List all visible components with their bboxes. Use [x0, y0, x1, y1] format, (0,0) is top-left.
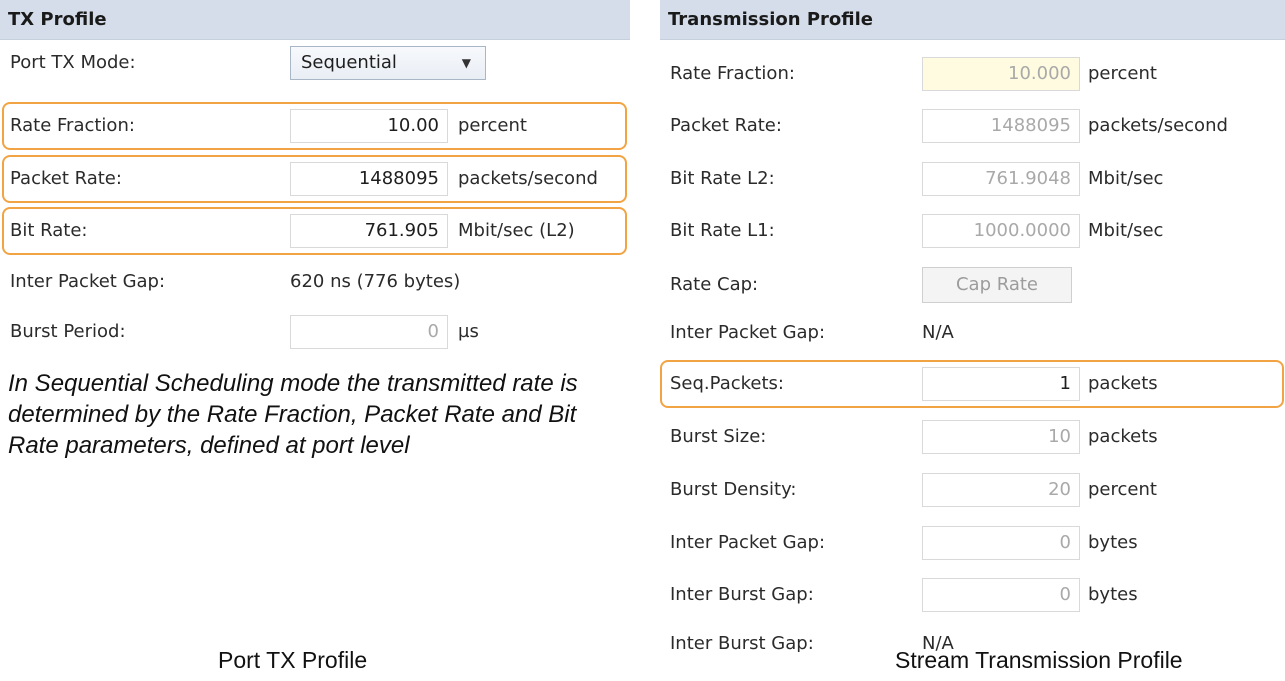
- packet-rate-input[interactable]: 1488095: [290, 162, 448, 196]
- port-tx-profile-caption: Port TX Profile: [218, 647, 368, 673]
- tx-profile-header: TX Profile: [0, 0, 630, 40]
- tp-burst-density-row: Burst Density: 20 percent: [660, 468, 1285, 512]
- tp-inter-burst-gap-input[interactable]: 0: [922, 578, 1080, 612]
- port-tx-profile-panel: TX Profile Port TX Mode: Sequential ▼ Ra…: [0, 0, 630, 349]
- tp-bit-rate-l1-row: Bit Rate L1: 1000.0000 Mbit/sec: [660, 209, 1285, 253]
- tp-bit-rate-l2-input[interactable]: 761.9048: [922, 162, 1080, 196]
- tp-inter-packet-gap-info-label: Inter Packet Gap:: [670, 322, 826, 343]
- tp-burst-size-row: Burst Size: 10 packets: [660, 415, 1285, 459]
- tp-rate-fraction-input[interactable]: 10.000: [922, 57, 1080, 91]
- bit-rate-unit: Mbit/sec (L2): [458, 220, 575, 241]
- tp-seq-packets-unit: packets: [1088, 373, 1158, 394]
- burst-period-label: Burst Period:: [10, 321, 126, 342]
- cap-rate-button[interactable]: Cap Rate: [922, 267, 1072, 303]
- tp-packet-rate-label: Packet Rate:: [670, 115, 782, 136]
- tp-bit-rate-l1-unit: Mbit/sec: [1088, 220, 1164, 241]
- tp-seq-packets-row: Seq.Packets: 1 packets: [660, 362, 1285, 406]
- bit-rate-row: Bit Rate: 761.905 Mbit/sec (L2): [0, 209, 630, 253]
- tp-inter-packet-gap-label: Inter Packet Gap:: [670, 532, 826, 553]
- transmission-profile-header: Transmission Profile: [660, 0, 1285, 40]
- tp-rate-fraction-row: Rate Fraction: 10.000 percent: [660, 52, 1285, 96]
- tp-rate-fraction-unit: percent: [1088, 63, 1157, 84]
- packet-rate-label: Packet Rate:: [10, 168, 122, 189]
- rate-fraction-row: Rate Fraction: 10.00 percent: [0, 104, 630, 148]
- tp-bit-rate-l1-input[interactable]: 1000.0000: [922, 214, 1080, 248]
- tp-bit-rate-l2-unit: Mbit/sec: [1088, 168, 1164, 189]
- tp-rate-cap-row: Rate Cap: Cap Rate: [660, 263, 1285, 307]
- burst-period-unit: µs: [458, 321, 479, 342]
- tp-seq-packets-label: Seq.Packets:: [670, 373, 784, 394]
- tp-bit-rate-l1-label: Bit Rate L1:: [670, 220, 775, 241]
- tp-inter-burst-gap-label: Inter Burst Gap:: [670, 584, 814, 605]
- tp-inter-packet-gap-unit: bytes: [1088, 532, 1138, 553]
- rate-fraction-input[interactable]: 10.00: [290, 109, 448, 143]
- tp-burst-density-unit: percent: [1088, 479, 1157, 500]
- tp-burst-size-label: Burst Size:: [670, 426, 767, 447]
- tp-seq-packets-input[interactable]: 1: [922, 367, 1080, 401]
- tp-burst-density-input[interactable]: 20: [922, 473, 1080, 507]
- inter-packet-gap-row: Inter Packet Gap: 620 ns (776 bytes): [0, 260, 630, 304]
- tp-inter-packet-gap-info-value: N/A: [922, 322, 954, 343]
- tp-inter-burst-gap-unit: bytes: [1088, 584, 1138, 605]
- tp-packet-rate-unit: packets/second: [1088, 115, 1228, 136]
- tp-bit-rate-l2-row: Bit Rate L2: 761.9048 Mbit/sec: [660, 157, 1285, 201]
- tp-burst-density-label: Burst Density:: [670, 479, 797, 500]
- stream-transmission-profile-panel: Transmission Profile Rate Fraction: 10.0…: [660, 0, 1285, 652]
- burst-period-input[interactable]: 0: [290, 315, 448, 349]
- tp-bit-rate-l2-label: Bit Rate L2:: [670, 168, 775, 189]
- bit-rate-label: Bit Rate:: [10, 220, 88, 241]
- port-tx-mode-label: Port TX Mode:: [10, 52, 136, 73]
- tp-packet-rate-input[interactable]: 1488095: [922, 109, 1080, 143]
- packet-rate-row: Packet Rate: 1488095 packets/second: [0, 157, 630, 201]
- chevron-down-icon: ▼: [461, 56, 471, 70]
- tp-inter-burst-gap-info-label: Inter Burst Gap:: [670, 633, 814, 652]
- tp-burst-size-unit: packets: [1088, 426, 1158, 447]
- tp-rate-cap-label: Rate Cap:: [670, 274, 759, 295]
- inter-packet-gap-label: Inter Packet Gap:: [10, 271, 166, 292]
- bit-rate-input[interactable]: 761.905: [290, 214, 448, 248]
- tp-inter-burst-gap-row: Inter Burst Gap: 0 bytes: [660, 573, 1285, 617]
- rate-fraction-unit: percent: [458, 115, 527, 136]
- burst-period-row: Burst Period: 0 µs: [0, 310, 630, 354]
- tp-rate-fraction-label: Rate Fraction:: [670, 63, 795, 84]
- inter-packet-gap-value: 620 ns (776 bytes): [290, 271, 461, 292]
- tp-packet-rate-row: Packet Rate: 1488095 packets/second: [660, 104, 1285, 148]
- tp-burst-size-input[interactable]: 10: [922, 420, 1080, 454]
- rate-fraction-label: Rate Fraction:: [10, 115, 135, 136]
- port-tx-mode-row: Port TX Mode: Sequential ▼: [0, 41, 630, 85]
- stream-transmission-profile-caption: Stream Transmission Profile: [895, 647, 1183, 673]
- port-tx-mode-dropdown[interactable]: Sequential ▼: [290, 46, 486, 80]
- tp-inter-packet-gap-info-row: Inter Packet Gap: N/A: [660, 311, 1285, 355]
- tp-inter-packet-gap-input[interactable]: 0: [922, 526, 1080, 560]
- tp-inter-packet-gap-row: Inter Packet Gap: 0 bytes: [660, 521, 1285, 565]
- port-tx-mode-value: Sequential: [301, 52, 397, 73]
- sequential-mode-note: In Sequential Scheduling mode the transm…: [8, 370, 578, 459]
- packet-rate-unit: packets/second: [458, 168, 598, 189]
